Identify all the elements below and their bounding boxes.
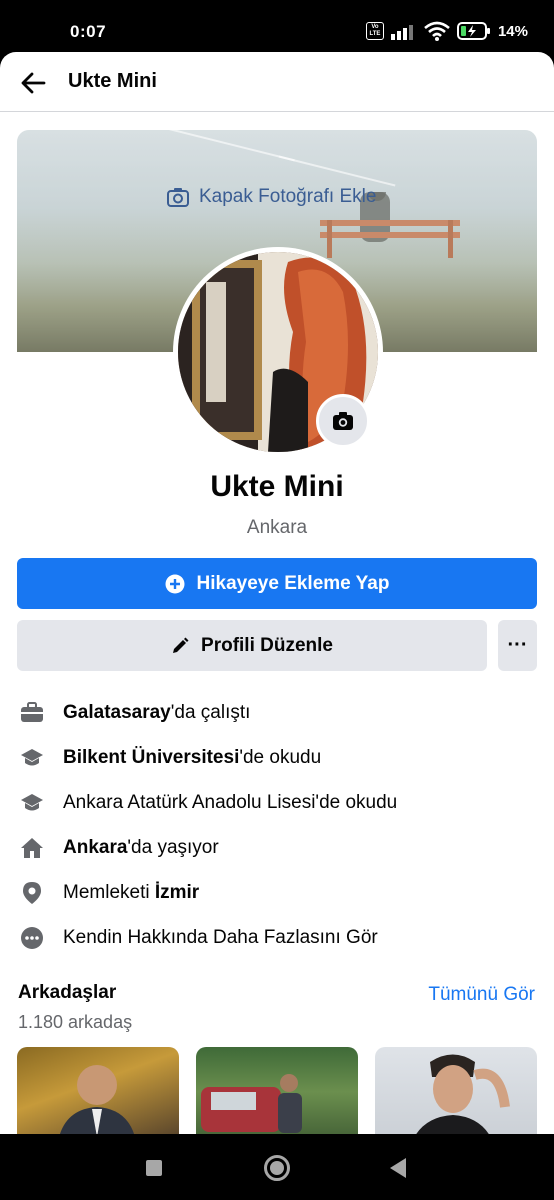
detail-text: Ankara Atatürk Anadolu Lisesi'de okudu [63, 791, 398, 813]
friend-photo-graphic [60, 1065, 134, 1134]
status-time: 0:07 [70, 22, 107, 41]
detail-text: 'de okudu [239, 746, 322, 768]
friends-title: Arkadaşlar [18, 982, 117, 1003]
profile-name: Ukte Mini [210, 470, 344, 503]
graduation-cap-icon [18, 744, 46, 772]
detail-see-more-about[interactable]: Kendin Hakkında Daha Fazlasını Gör [18, 915, 538, 960]
detail-lives-in[interactable]: Ankara'da yaşıyor [18, 825, 538, 870]
detail-bold[interactable]: İzmir [155, 882, 199, 903]
edit-profile-label: Profili Düzenle [201, 634, 333, 656]
system-navigation-bar [0, 1134, 554, 1200]
friends-grid [17, 1047, 554, 1134]
plus-circle-icon [165, 574, 185, 593]
more-dots-icon: ··· [507, 634, 528, 656]
friend-photo-graphic [416, 1054, 510, 1134]
graduation-cap-icon [18, 789, 46, 817]
detail-high-school[interactable]: Ankara Atatürk Anadolu Lisesi'de okudu [18, 780, 538, 825]
add-to-story-button[interactable]: Hikayeye Ekleme Yap [17, 558, 537, 609]
recent-apps-button[interactable] [146, 1160, 162, 1176]
friend-photo[interactable] [375, 1047, 537, 1134]
battery-percent: 14% [497, 22, 528, 40]
detail-work[interactable]: Galatasaray'da çalıştı [18, 690, 538, 735]
add-to-story-label: Hikayeye Ekleme Yap [196, 572, 390, 594]
back-arrow-icon[interactable] [18, 68, 48, 98]
battery-icon [456, 22, 490, 40]
page-title: Ukte Mini [68, 70, 157, 92]
home-icon [18, 834, 46, 862]
profile-location: Ankara [246, 517, 308, 538]
friend-photo[interactable] [17, 1047, 179, 1134]
detail-hometown[interactable]: Memleketi İzmir [18, 870, 538, 915]
home-button[interactable] [264, 1155, 290, 1181]
detail-prefix: Memleketi [63, 881, 155, 903]
add-cover-photo-button[interactable]: Kapak Fotoğrafı Ekle [167, 186, 376, 208]
edit-profile-button[interactable]: Profili Düzenle [17, 620, 487, 671]
detail-bold[interactable]: Ankara [63, 837, 127, 858]
intro-details: Galatasaray'da çalıştı Bilkent Üniversit… [18, 690, 538, 960]
friend-photo-graphic [201, 1074, 302, 1133]
signal-icon [390, 25, 413, 40]
detail-bold[interactable]: Bilkent Üniversitesi [63, 747, 239, 768]
camera-icon [333, 412, 353, 430]
more-options-button[interactable]: ··· [498, 620, 537, 671]
location-pin-icon [18, 879, 46, 907]
detail-university[interactable]: Bilkent Üniversitesi'de okudu [18, 735, 538, 780]
change-profile-picture-button[interactable] [316, 394, 370, 448]
detail-text: 'da yaşıyor [127, 836, 219, 858]
wifi-icon [424, 21, 450, 41]
volte-icon: Vo LTE [365, 22, 384, 40]
add-cover-label: Kapak Fotoğrafı Ekle [199, 186, 377, 207]
system-back-button[interactable] [390, 1158, 406, 1178]
detail-bold[interactable]: Galatasaray [63, 702, 171, 723]
detail-text: 'da çalıştı [170, 701, 251, 723]
briefcase-icon [18, 699, 46, 727]
friends-count: 1.180 arkadaş [18, 1012, 133, 1032]
camera-icon [167, 188, 189, 207]
top-bar: Ukte Mini [0, 52, 554, 112]
see-all-friends-link[interactable]: Tümünü Gör [428, 984, 535, 1006]
profile-screen: Ukte Mini Kapak Fotoğrafı Ekle Ukte Mini… [0, 52, 554, 1134]
status-bar: 0:07 Vo LTE 14% [0, 0, 554, 52]
detail-text: Kendin Hakkında Daha Fazlasını Gör [63, 926, 378, 948]
friend-photo[interactable] [196, 1047, 358, 1134]
more-circle-icon [18, 924, 46, 952]
pencil-icon [173, 637, 189, 653]
status-icons: Vo LTE 14% [365, 21, 528, 41]
